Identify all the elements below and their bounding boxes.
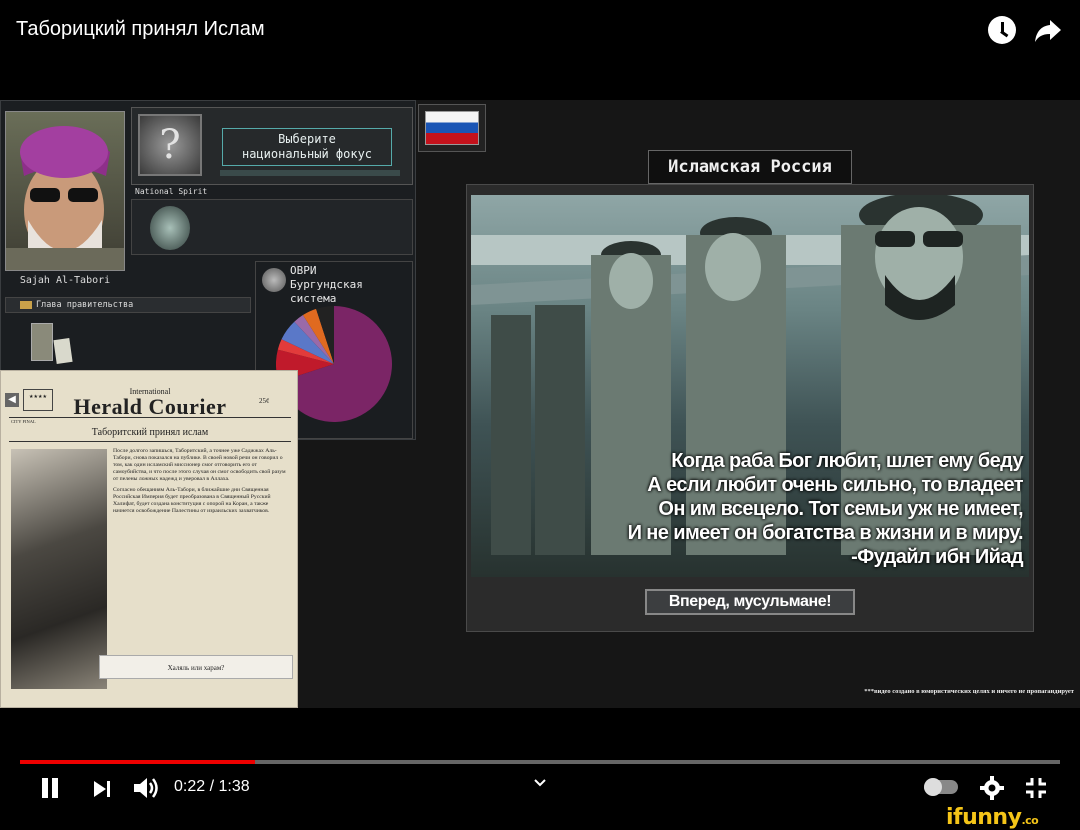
ideology-icon — [262, 268, 286, 292]
event-image: Когда раба Бог любит, шлет ему беду А ес… — [471, 195, 1029, 577]
divider — [9, 441, 291, 442]
event-title: Исламская Россия — [648, 150, 852, 184]
newspaper-edition: CITY FINAL — [11, 419, 36, 424]
minister-card-icon — [53, 338, 73, 364]
event-option-button[interactable]: Вперед, мусульмане! — [645, 589, 855, 615]
disclaimer: ***видео создано в юмористических целях … — [864, 688, 1074, 695]
national-focus-box[interactable]: ? Выберите национальный фокус — [131, 107, 413, 185]
share-icon[interactable] — [1034, 18, 1062, 44]
video-header: Таборицкий принял Ислам — [0, 0, 1080, 100]
gear-icon[interactable] — [980, 776, 1004, 800]
ideology-line1: ОВРИ — [290, 264, 317, 277]
divider — [9, 417, 291, 418]
video-progress-fill — [20, 760, 256, 764]
next-icon[interactable] — [92, 778, 112, 800]
pause-icon[interactable] — [40, 778, 60, 800]
government-icon — [20, 301, 32, 309]
quote-line: А если любит очень сильно, то владеет — [647, 474, 1023, 496]
newspaper-paragraph: Согласно обещаниям Аль-Табори, в ближайш… — [113, 487, 271, 514]
country-flag[interactable] — [418, 104, 486, 152]
quote-author: -Фудайл ибн Ийад — [851, 546, 1024, 568]
leader-name: Sajah Al-Tabori — [19, 275, 111, 286]
leader-portrait[interactable] — [5, 111, 125, 271]
ideology-name: ОВРИ Бургундская система — [290, 264, 363, 306]
ideology-line3: система — [290, 292, 337, 305]
event-quote: Когда раба Бог любит, шлет ему беду А ес… — [471, 449, 1024, 569]
flag-icon — [425, 111, 479, 145]
newspaper-headline: Таборитский принял ислам — [91, 427, 209, 438]
minister-portrait[interactable] — [31, 323, 53, 361]
ifunny-watermark: ifunny.co — [946, 805, 1039, 830]
newspaper-event: ◀ ★★★★ International Herald Courier 25¢ … — [0, 370, 298, 708]
quote-line: И не имеет он богатства в жизни и в миру… — [627, 522, 1024, 544]
fullscreen-icon[interactable] — [1024, 776, 1048, 800]
newspaper-option-button[interactable]: Халяль или харам? — [99, 655, 293, 679]
video-frame[interactable]: Sajah Al-Tabori Глава правительства ? Вы… — [0, 100, 1080, 708]
quote-line: Когда раба Бог любит, шлет ему беду — [671, 450, 1023, 472]
newspaper-body: После долгого запишься, Таборитский, а т… — [113, 448, 291, 519]
focus-progress-bar — [220, 170, 400, 176]
focus-prompt-line1: Выберите — [278, 132, 336, 146]
newspaper-paragraph: После долгого запишься, Таборитский, а т… — [113, 448, 286, 482]
player-controls: 0:22 / 1:38 — [0, 770, 1080, 810]
video-progress-bar[interactable] — [20, 760, 1060, 764]
quote-line: Он им всецело. Тот семьи уж не имеет, — [658, 498, 1023, 520]
question-mark-icon: ? — [138, 114, 202, 176]
focus-prompt[interactable]: Выберите национальный фокус — [222, 128, 392, 166]
newspaper-price: 25¢ — [259, 397, 270, 405]
volume-icon[interactable] — [132, 776, 160, 800]
national-spirit-label: National Spirit — [135, 187, 208, 196]
government-label: Глава правительства — [36, 300, 134, 310]
time-display: 0:22 / 1:38 — [174, 778, 250, 795]
watermark-tld: .co — [1021, 814, 1039, 827]
video-title[interactable]: Таборицкий принял Ислам — [16, 18, 265, 41]
newspaper-photo — [11, 449, 107, 689]
government-bar: Глава правительства — [5, 297, 251, 313]
gas-mask-icon[interactable] — [150, 206, 190, 250]
event-window: Когда раба Бог любит, шлет ему беду А ес… — [466, 184, 1034, 632]
autoplay-toggle[interactable] — [924, 778, 958, 796]
national-spirit-box — [131, 199, 413, 255]
ideology-line2: Бургундская — [290, 278, 363, 291]
watermark-text: ifunny — [946, 805, 1022, 830]
chevron-down-icon[interactable] — [532, 776, 548, 790]
clock-icon[interactable] — [988, 16, 1016, 44]
focus-prompt-line2: национальный фокус — [241, 147, 373, 161]
